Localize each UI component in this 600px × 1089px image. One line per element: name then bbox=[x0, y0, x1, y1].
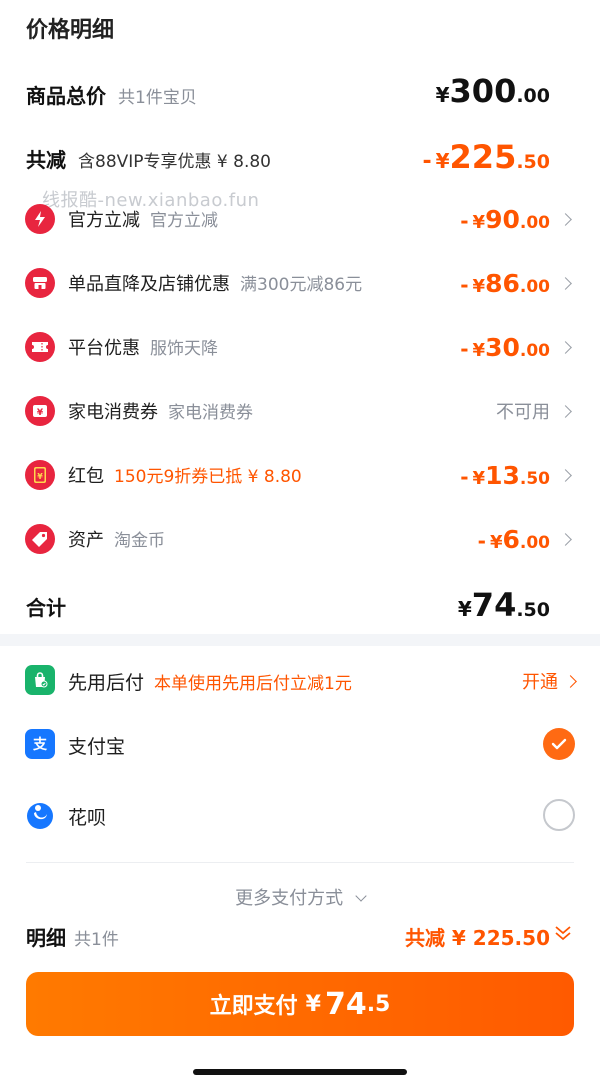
total-price-amount: ¥300.00 bbox=[435, 72, 550, 110]
page-title: 价格明细 bbox=[26, 18, 115, 43]
pay-later-row[interactable]: 先用后付 本单使用先用后付立减1元 开通 bbox=[0, 655, 600, 705]
pay-later-label: 先用后付 本单使用先用后付立减1元 bbox=[68, 672, 352, 694]
unavailable-text: 不可用 bbox=[496, 402, 550, 423]
reduction-label: 共减 含88VIP专享优惠 ¥ 8.80 bbox=[26, 148, 272, 172]
more-payment-methods-link[interactable]: 更多支付方式 bbox=[0, 884, 600, 906]
discount-row-platform[interactable]: 平台优惠 服饰天降 - ¥30.00 bbox=[0, 327, 600, 367]
alipay-label: 支付宝 bbox=[68, 736, 126, 758]
item-count: 共1件宝贝 bbox=[118, 88, 197, 108]
tag-icon bbox=[25, 524, 55, 554]
detail-total-reduction[interactable]: 共减 ¥ 225.50 bbox=[405, 922, 550, 951]
total-price-label: 商品总价 共1件宝贝 bbox=[26, 84, 197, 108]
chevron-right-icon bbox=[559, 212, 572, 226]
chevron-right-icon bbox=[559, 340, 572, 354]
sum-label: 合计 bbox=[26, 596, 66, 620]
discount-label: 红包 150元9折券已抵 ¥ 8.80 bbox=[68, 466, 302, 487]
red-envelope-icon: ¥ bbox=[25, 460, 55, 490]
discount-row-shop[interactable]: 单品直降及店铺优惠 满300元减86元 - ¥86.00 bbox=[0, 263, 600, 303]
discount-row-red-envelope[interactable]: ¥ 红包 150元9折券已抵 ¥ 8.80 - ¥13.50 bbox=[0, 455, 600, 495]
discount-label: 家电消费券 家电消费券 bbox=[68, 402, 253, 423]
sum-amount: ¥74.50 bbox=[457, 586, 550, 624]
discount-label: 平台优惠 服饰天降 bbox=[68, 338, 218, 359]
ticket-icon bbox=[25, 332, 55, 362]
divider-line bbox=[26, 862, 574, 863]
section-divider bbox=[0, 634, 600, 646]
chevron-down-icon bbox=[355, 890, 367, 902]
discount-row-appliance[interactable]: ¥ 家电消费券 家电消费券 不可用 bbox=[0, 391, 600, 431]
open-pay-later-link[interactable]: 开通 bbox=[522, 668, 577, 694]
huabei-icon bbox=[25, 800, 55, 830]
discount-amount: - ¥86.00 bbox=[460, 268, 550, 298]
discount-label: 单品直降及店铺优惠 满300元减86元 bbox=[68, 274, 363, 295]
pay-now-button[interactable]: 立即支付 ¥74.5 bbox=[26, 972, 574, 1036]
discount-sub: 家电消费券 bbox=[168, 403, 253, 423]
chevron-right-icon bbox=[559, 468, 572, 482]
chevron-right-icon bbox=[559, 276, 572, 290]
alipay-radio-selected[interactable] bbox=[543, 728, 575, 760]
svg-text:¥: ¥ bbox=[37, 408, 44, 418]
discount-amount: - ¥13.50 bbox=[460, 460, 550, 490]
discount-amount: - ¥30.00 bbox=[460, 332, 550, 362]
discount-amount: - ¥6.00 bbox=[477, 524, 550, 554]
reduction-row: 共减 含88VIP专享优惠 ¥ 8.80 - ¥225.50 bbox=[0, 136, 600, 180]
shopping-bag-icon bbox=[25, 665, 55, 695]
discount-row-assets[interactable]: 资产 淘金币 - ¥6.00 bbox=[0, 519, 600, 559]
detail-count: 共1件 bbox=[74, 930, 119, 950]
chevron-right-icon bbox=[559, 532, 572, 546]
voucher-icon: ¥ bbox=[25, 396, 55, 426]
bottom-bar: 明细 共1件 共减 ¥ 225.50 立即支付 ¥74.5 bbox=[0, 906, 600, 1089]
huabei-row[interactable]: 花呗 bbox=[0, 790, 600, 840]
double-chevron-down-icon[interactable] bbox=[554, 922, 572, 948]
discount-sub: 官方立减 bbox=[150, 211, 218, 231]
discount-sub: 淘金币 bbox=[114, 531, 165, 551]
svg-text:¥: ¥ bbox=[37, 472, 43, 481]
reduction-amount: - ¥225.50 bbox=[422, 138, 550, 176]
shop-icon bbox=[25, 268, 55, 298]
home-indicator bbox=[193, 1069, 407, 1075]
alipay-row[interactable]: 支 支付宝 bbox=[0, 719, 600, 769]
chevron-right-icon bbox=[564, 674, 577, 688]
sum-row: 合计 ¥74.50 bbox=[0, 584, 600, 628]
discount-amount: - ¥90.00 bbox=[460, 204, 550, 234]
pay-later-promo: 本单使用先用后付立减1元 bbox=[154, 674, 352, 694]
discount-row-official[interactable]: 官方立减 官方立减 - ¥90.00 bbox=[0, 199, 600, 239]
chevron-right-icon bbox=[559, 404, 572, 418]
check-icon bbox=[551, 738, 567, 750]
alipay-icon: 支 bbox=[25, 729, 55, 759]
vip-discount-note: 含88VIP专享优惠 ¥ 8.80 bbox=[78, 152, 272, 172]
discount-label: 官方立减 官方立减 bbox=[68, 210, 218, 231]
discount-sub: 150元9折券已抵 ¥ 8.80 bbox=[114, 467, 302, 487]
discount-label: 资产 淘金币 bbox=[68, 530, 165, 551]
discount-sub: 服饰天降 bbox=[150, 339, 218, 359]
total-price-row: 商品总价 共1件宝贝 ¥300.00 bbox=[0, 72, 600, 116]
lightning-icon bbox=[25, 204, 55, 234]
huabei-radio-unselected[interactable] bbox=[543, 799, 575, 831]
discount-sub: 满300元减86元 bbox=[240, 275, 363, 295]
svg-text:支: 支 bbox=[32, 736, 48, 753]
detail-label[interactable]: 明细 共1件 bbox=[26, 922, 119, 951]
huabei-label: 花呗 bbox=[68, 807, 107, 829]
